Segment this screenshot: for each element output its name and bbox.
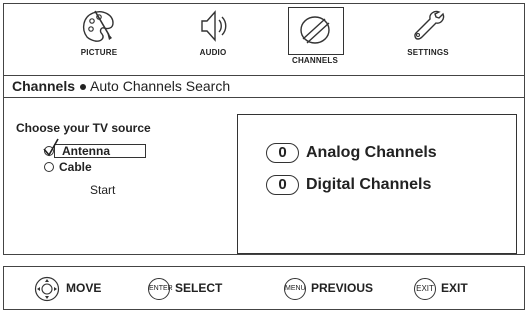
hint-exit: EXIT EXIT: [414, 276, 468, 300]
digital-label: Digital Channels: [306, 176, 432, 193]
bullet-icon: [80, 83, 87, 90]
analog-count: 0: [266, 143, 299, 163]
source-title: Choose your TV source: [16, 121, 151, 135]
picture-palette-icon: [82, 10, 114, 42]
channel-results-panel: 0 Analog Channels 0 Digital Channels: [237, 114, 517, 254]
radio-button[interactable]: [44, 162, 54, 172]
option-label: Antenna: [62, 144, 110, 158]
digital-count: 0: [266, 175, 299, 195]
breadcrumb: Channels Auto Channels Search: [4, 75, 524, 98]
enter-key-icon: ENTER: [148, 277, 173, 300]
hint-move: MOVE: [34, 276, 102, 302]
start-button[interactable]: Start: [90, 183, 115, 197]
breadcrumb-section: Channels: [12, 78, 76, 94]
tab-label: SETTINGS: [407, 48, 449, 57]
tab-audio[interactable]: AUDIO: [178, 7, 248, 73]
option-label: Cable: [59, 160, 92, 174]
tab-label: PICTURE: [80, 48, 118, 57]
hint-previous: MENU PREVIOUS: [284, 276, 373, 300]
audio-speaker-icon: [201, 10, 227, 42]
settings-wrench-icon: [414, 10, 445, 40]
menu-tab-bar: PICTURE AUDIO CHANNELS SETTINGS: [4, 4, 524, 75]
hint-label: EXIT: [441, 281, 468, 295]
tab-label: AUDIO: [199, 48, 227, 57]
tab-channels[interactable]: CHANNELS: [285, 7, 355, 73]
dpad-icon: [34, 276, 60, 302]
breadcrumb-page: Auto Channels Search: [90, 78, 231, 94]
hint-label: MOVE: [66, 281, 102, 296]
tab-label: CHANNELS: [291, 56, 339, 65]
menu-key-icon: MENU: [284, 277, 306, 300]
key-hint-bar: MOVE ENTER SELECT MENU PREVIOUS EXIT EXIT: [3, 266, 525, 310]
hint-select: ENTER SELECT: [148, 276, 222, 300]
tab-picture[interactable]: PICTURE: [64, 7, 134, 73]
tab-settings[interactable]: SETTINGS: [393, 7, 463, 73]
digital-channels-row: 0 Digital Channels: [266, 175, 431, 197]
hint-label: PREVIOUS: [311, 281, 374, 295]
hint-label: SELECT: [175, 281, 223, 295]
exit-key-icon: EXIT: [414, 277, 436, 300]
analog-channels-row: 0 Analog Channels: [266, 143, 437, 165]
checkmark-icon: [43, 138, 59, 157]
channels-satellite-icon: [300, 16, 330, 44]
analog-label: Analog Channels: [306, 144, 437, 161]
source-option-antenna[interactable]: Antenna: [43, 138, 146, 159]
